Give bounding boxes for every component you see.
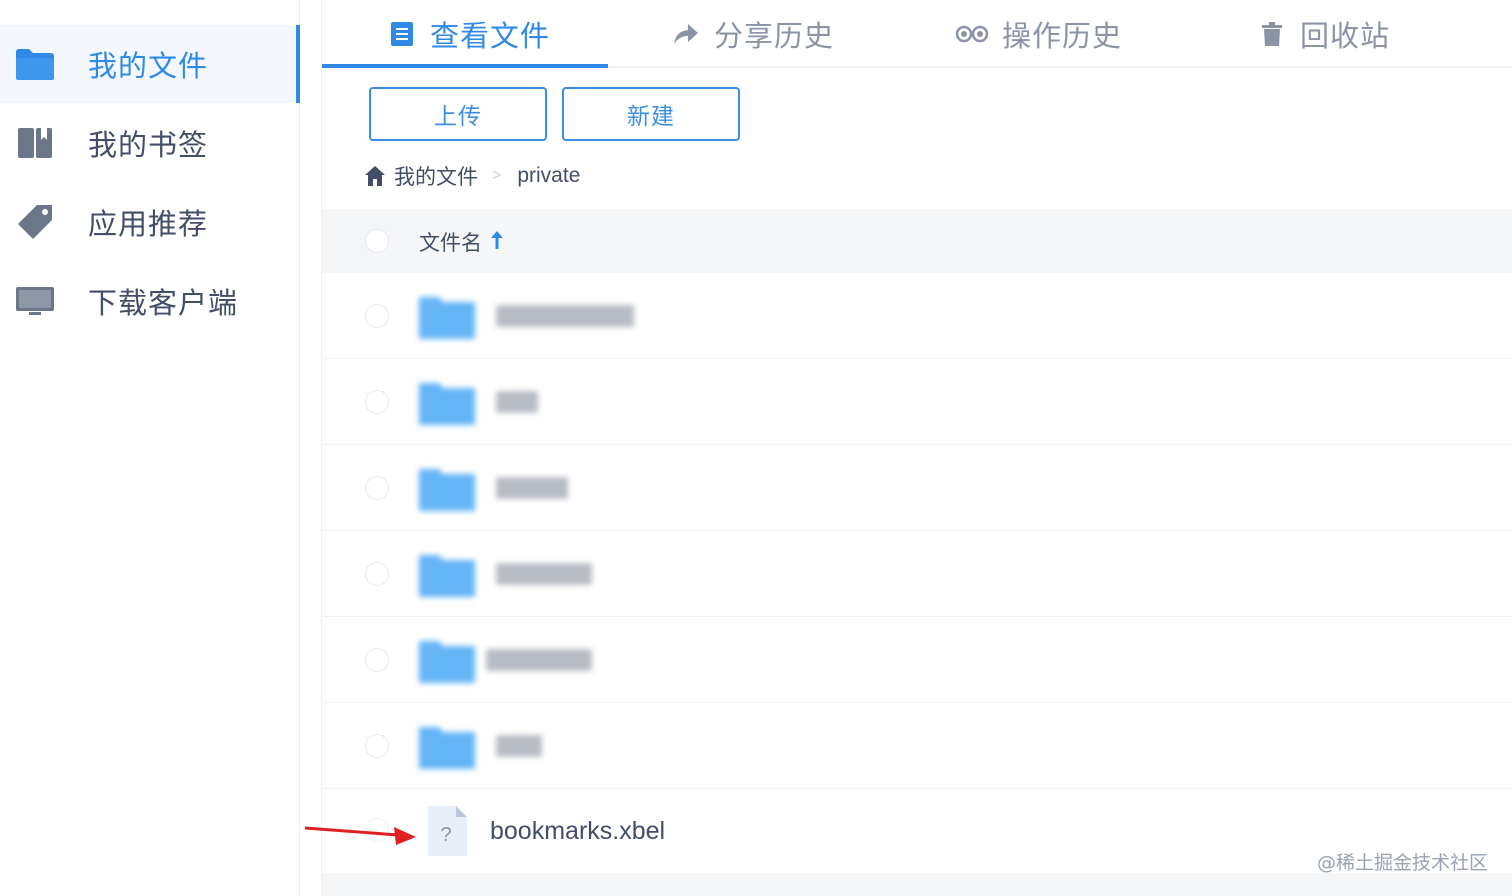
table-row[interactable] — [322, 273, 1512, 359]
share-icon — [672, 20, 700, 48]
monitor-icon — [15, 281, 55, 321]
row-select-radio[interactable] — [365, 648, 389, 672]
history-icon — [956, 20, 988, 48]
tab-operation-history[interactable]: 操作历史 — [956, 0, 1122, 68]
redacted-filename — [496, 563, 592, 585]
table-row[interactable] — [322, 531, 1512, 617]
table-row[interactable] — [322, 445, 1512, 531]
sidebar-item-label: 我的文件 — [88, 51, 209, 83]
table-row[interactable] — [322, 617, 1512, 703]
folder-icon — [419, 469, 475, 511]
sort-ascending-icon[interactable] — [490, 229, 504, 251]
home-icon[interactable] — [364, 165, 386, 187]
document-icon — [388, 20, 416, 48]
column-header-filename[interactable]: 文件名 — [419, 227, 482, 257]
folder-icon — [419, 555, 475, 597]
file-name[interactable]: bookmarks.xbel — [490, 817, 665, 846]
sidebar: 我的文件 我的书签 应用推荐 下载客户端 — [0, 0, 300, 896]
redacted-filename — [486, 649, 592, 671]
breadcrumb-root[interactable]: 我的文件 — [394, 161, 478, 191]
main-panel: 查看文件 分享历史 操作历史 回收站 上传 新建 我的文件 > private … — [321, 0, 1512, 896]
redacted-filename — [496, 391, 538, 413]
row-select-radio[interactable] — [365, 562, 389, 586]
row-select-radio[interactable] — [365, 476, 389, 500]
unknown-file-icon: ? — [428, 806, 467, 856]
folder-icon — [419, 641, 475, 683]
watermark: @稀土掘金技术社区 — [1316, 852, 1488, 874]
row-select-radio[interactable] — [365, 734, 389, 758]
redacted-filename — [496, 735, 542, 757]
table-row[interactable] — [322, 703, 1512, 789]
tag-icon — [15, 202, 55, 242]
tab-share-history[interactable]: 分享历史 — [672, 0, 834, 68]
upload-button[interactable]: 上传 — [369, 87, 547, 141]
new-button[interactable]: 新建 — [562, 87, 740, 141]
tab-view-files[interactable]: 查看文件 — [388, 0, 550, 68]
breadcrumb: 我的文件 > private — [364, 160, 580, 192]
sidebar-item-my-files[interactable]: 我的文件 — [0, 25, 300, 103]
sidebar-item-download-client[interactable]: 下载客户端 — [0, 262, 300, 340]
tab-bar: 查看文件 分享历史 操作历史 回收站 — [322, 0, 1512, 68]
redacted-filename — [496, 305, 634, 327]
folder-icon — [15, 44, 55, 84]
table-row[interactable] — [322, 359, 1512, 445]
annotation-arrow-icon — [304, 826, 416, 845]
sidebar-item-label: 应用推荐 — [88, 209, 209, 241]
next-row-partial — [322, 873, 1512, 896]
table-header: 文件名 — [322, 209, 1512, 273]
tab-recycle-bin[interactable]: 回收站 — [1258, 0, 1390, 68]
sidebar-item-bookmarks[interactable]: 我的书签 — [0, 104, 300, 182]
folder-icon — [419, 383, 475, 425]
folder-icon — [419, 727, 475, 769]
book-icon — [15, 123, 55, 163]
row-select-radio[interactable] — [365, 304, 389, 328]
breadcrumb-current: private — [517, 164, 581, 187]
sidebar-item-label: 我的书签 — [88, 130, 209, 162]
select-all-radio[interactable] — [365, 229, 389, 253]
file-icon-glyph: ? — [440, 824, 451, 846]
row-select-radio[interactable] — [365, 390, 389, 414]
redacted-filename — [496, 477, 568, 499]
breadcrumb-separator: > — [492, 167, 502, 184]
trash-icon — [1258, 20, 1286, 48]
sidebar-item-label: 下载客户端 — [88, 288, 239, 320]
active-tab-indicator — [322, 64, 608, 68]
folder-icon — [419, 297, 475, 339]
sidebar-item-app-recommend[interactable]: 应用推荐 — [0, 183, 300, 261]
